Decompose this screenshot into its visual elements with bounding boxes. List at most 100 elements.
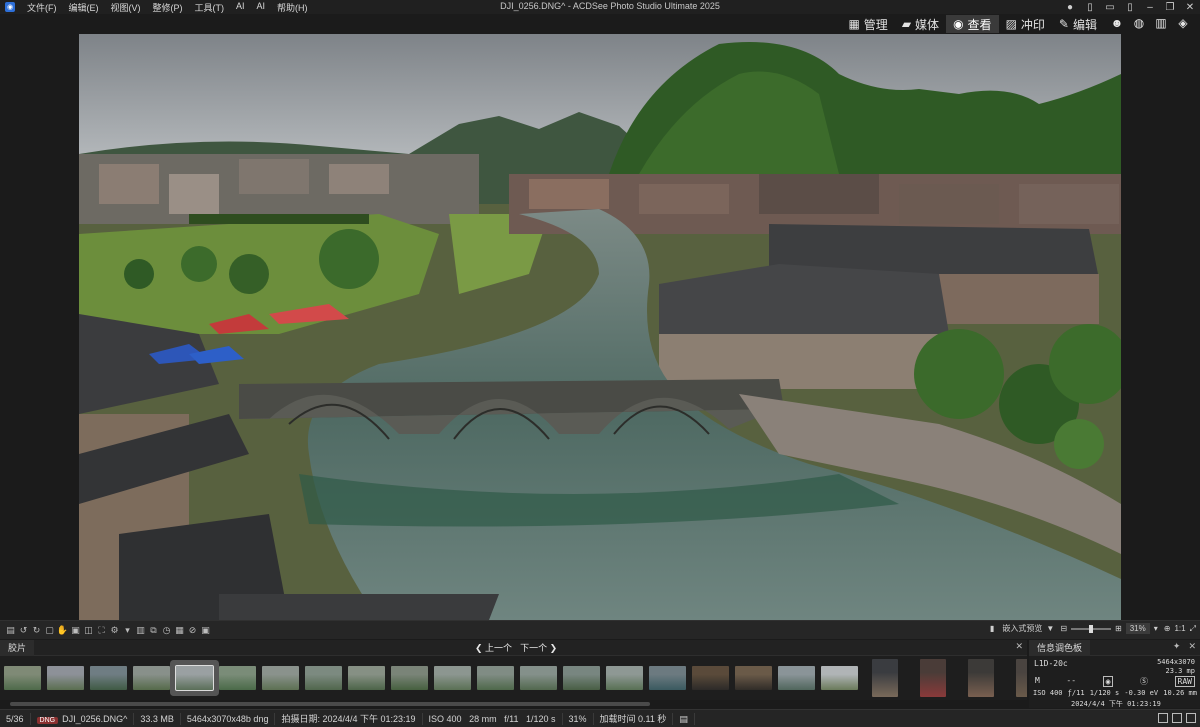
menu-tools[interactable]: 工具(T)	[189, 1, 231, 14]
close-icon[interactable]: ✕	[1188, 641, 1196, 652]
next-button[interactable]: 下一个 ❯	[520, 641, 557, 654]
hand-icon[interactable]: ✋	[56, 625, 69, 636]
lens-model: L1D-20c	[1034, 659, 1068, 668]
filmstrip-thumbnail[interactable]	[649, 666, 686, 690]
filmstrip-thumbnail[interactable]	[872, 659, 898, 697]
fit-screen-icon[interactable]: ⤢	[1190, 624, 1196, 634]
single-view-icon[interactable]	[1158, 713, 1168, 723]
mode-view[interactable]: ◉ 查看	[946, 15, 999, 33]
status-view-icons	[1158, 713, 1196, 723]
clock-icon[interactable]: ◷	[160, 625, 173, 636]
filmstrip-thumbnail[interactable]	[175, 665, 214, 691]
zoom-slider-knob[interactable]	[1089, 624, 1094, 633]
filmstrip-thumbnail[interactable]	[920, 659, 946, 697]
filmstrip-thumbnail[interactable]	[1016, 659, 1027, 697]
mode-bar: ▦ 管理 ▰ 媒体 ◉ 查看 ▨ 冲印 ✎ 编辑 ☻ ◍ ▥ ◈	[0, 14, 1200, 34]
grid-overlay-icon[interactable]: ▦	[173, 625, 186, 636]
user-icon[interactable]: ●	[1060, 2, 1080, 13]
filmstrip-thumbnail[interactable]	[348, 666, 385, 690]
view-toolbar: ▤ ↺ ↻ ▢ ✋ ▣ ◫ ⛶ ⚙ ▾ ▥ ⧉ ◷ ▦ ⊘ ▣ ▮ 嵌入式预览 …	[0, 620, 1200, 639]
info-palette-tab[interactable]: 信息调色板	[1029, 640, 1091, 656]
minimize-button[interactable]: –	[1140, 2, 1160, 13]
chevron-down-icon[interactable]: ▼	[1046, 624, 1054, 633]
mode-edit[interactable]: ✎ 编辑	[1052, 15, 1104, 33]
main-photo[interactable]	[79, 34, 1121, 620]
split-view-icon[interactable]: ▥	[134, 625, 147, 636]
filmstrip-thumbnail[interactable]	[391, 666, 428, 690]
restore-button[interactable]: ❐	[1160, 2, 1180, 13]
image-viewer[interactable]	[0, 34, 1200, 620]
grid-view-icon[interactable]	[1186, 713, 1196, 723]
filmstrip-thumbnail[interactable]	[606, 666, 643, 690]
filmstrip-thumbnail[interactable]	[305, 666, 342, 690]
panel-toggle-icon[interactable]: ▮	[990, 624, 994, 633]
actual-size-button[interactable]: 1:1	[1174, 624, 1185, 633]
view-mode-select[interactable]: 嵌入式预览	[1002, 623, 1042, 634]
load-time: 加载时间 0.11 秒	[594, 712, 674, 725]
filmstrip-thumbnail[interactable]	[133, 666, 170, 690]
365-icon[interactable]: ◍	[1128, 16, 1150, 30]
filmstrip-thumbnail[interactable]	[692, 666, 729, 690]
dual-view-icon[interactable]	[1172, 713, 1182, 723]
close-icon[interactable]: ✕	[1015, 641, 1023, 652]
dropdown-icon[interactable]: ▾	[121, 625, 134, 636]
mode-develop[interactable]: ▨ 冲印	[999, 15, 1052, 33]
crop-icon[interactable]: ◫	[82, 625, 95, 636]
filmstrip-thumbnail[interactable]	[520, 666, 557, 690]
filmstrip-thumbnail[interactable]	[219, 666, 256, 690]
fit-icon[interactable]: ⛶	[95, 625, 108, 636]
crop-ratio-icon[interactable]: ▣	[199, 625, 212, 636]
acdsee-logo-icon[interactable]: ◉	[5, 2, 15, 12]
iso-value: ISO 400	[1033, 689, 1063, 697]
menu-file[interactable]: 文件(F)	[21, 1, 63, 14]
menu-ai[interactable]: AI	[230, 1, 251, 14]
prev-button[interactable]: ❮ 上一个	[475, 641, 512, 654]
filmstrip-thumbnail[interactable]	[477, 666, 514, 690]
compare-icon[interactable]: ⊘	[186, 625, 199, 636]
filmstrip-thumbnail[interactable]	[821, 666, 858, 690]
visibility-icon[interactable]: ◈	[1172, 16, 1194, 30]
chevron-down-icon[interactable]: ▾	[1154, 624, 1158, 633]
edit-icon[interactable]: ▤	[673, 712, 695, 725]
menu-retouch[interactable]: 整修(P)	[147, 1, 189, 14]
adjust-icon[interactable]: ⧉	[147, 625, 160, 636]
filmstrip-scrollbar[interactable]	[4, 700, 1024, 708]
menu-help[interactable]: 帮助(H)	[271, 1, 314, 14]
dashboard-icon[interactable]: ▥	[1150, 16, 1172, 30]
scrollbar-thumb[interactable]	[10, 702, 650, 706]
zoom-in-button[interactable]: ⊞	[1115, 624, 1122, 633]
mode-manage[interactable]: ▦ 管理	[841, 15, 894, 33]
layout-full-icon[interactable]: ▭	[1100, 2, 1120, 13]
menu-process[interactable]: AI	[251, 1, 272, 14]
layout-right-icon[interactable]: ▯	[1120, 2, 1140, 13]
layout-left-icon[interactable]: ▯	[1080, 2, 1100, 13]
filmstrip	[0, 656, 1027, 700]
print-icon[interactable]: ▤	[4, 625, 17, 636]
filmstrip-thumbnail[interactable]	[47, 666, 84, 690]
rotate-left-icon[interactable]: ↺	[17, 625, 30, 636]
settings-icon[interactable]: ⚙	[108, 625, 121, 636]
filmstrip-tab[interactable]: 胶片	[0, 640, 35, 656]
filmstrip-thumbnail[interactable]	[4, 666, 41, 690]
zoom-magnifier-icon[interactable]: ⊕	[1164, 624, 1171, 633]
zoom-slider[interactable]	[1071, 624, 1112, 633]
close-button[interactable]: ✕	[1180, 2, 1200, 13]
rotate-right-icon[interactable]: ↻	[30, 625, 43, 636]
filmstrip-thumbnail[interactable]	[90, 666, 127, 690]
zoom-select-icon[interactable]: ▣	[69, 625, 82, 636]
people-icon[interactable]: ☻	[1106, 16, 1128, 30]
filmstrip-thumbnail[interactable]	[262, 666, 299, 690]
filmstrip-thumbnail[interactable]	[434, 666, 471, 690]
window-title: DJI_0256.DNG^ - ACDSee Photo Studio Ulti…	[500, 1, 720, 11]
filmstrip-thumbnail[interactable]	[563, 666, 600, 690]
pin-icon[interactable]: ✦	[1173, 641, 1181, 652]
zoom-out-button[interactable]: ⊟	[1060, 624, 1067, 633]
filmstrip-thumbnail[interactable]	[968, 659, 994, 697]
zoom-level-select[interactable]: 31%	[1125, 623, 1150, 634]
select-icon[interactable]: ▢	[43, 625, 56, 636]
menu-view[interactable]: 视图(V)	[105, 1, 147, 14]
filmstrip-thumbnail[interactable]	[778, 666, 815, 690]
mode-media[interactable]: ▰ 媒体	[895, 15, 946, 33]
filmstrip-thumbnail[interactable]	[735, 666, 772, 690]
menu-edit[interactable]: 编辑(E)	[63, 1, 105, 14]
